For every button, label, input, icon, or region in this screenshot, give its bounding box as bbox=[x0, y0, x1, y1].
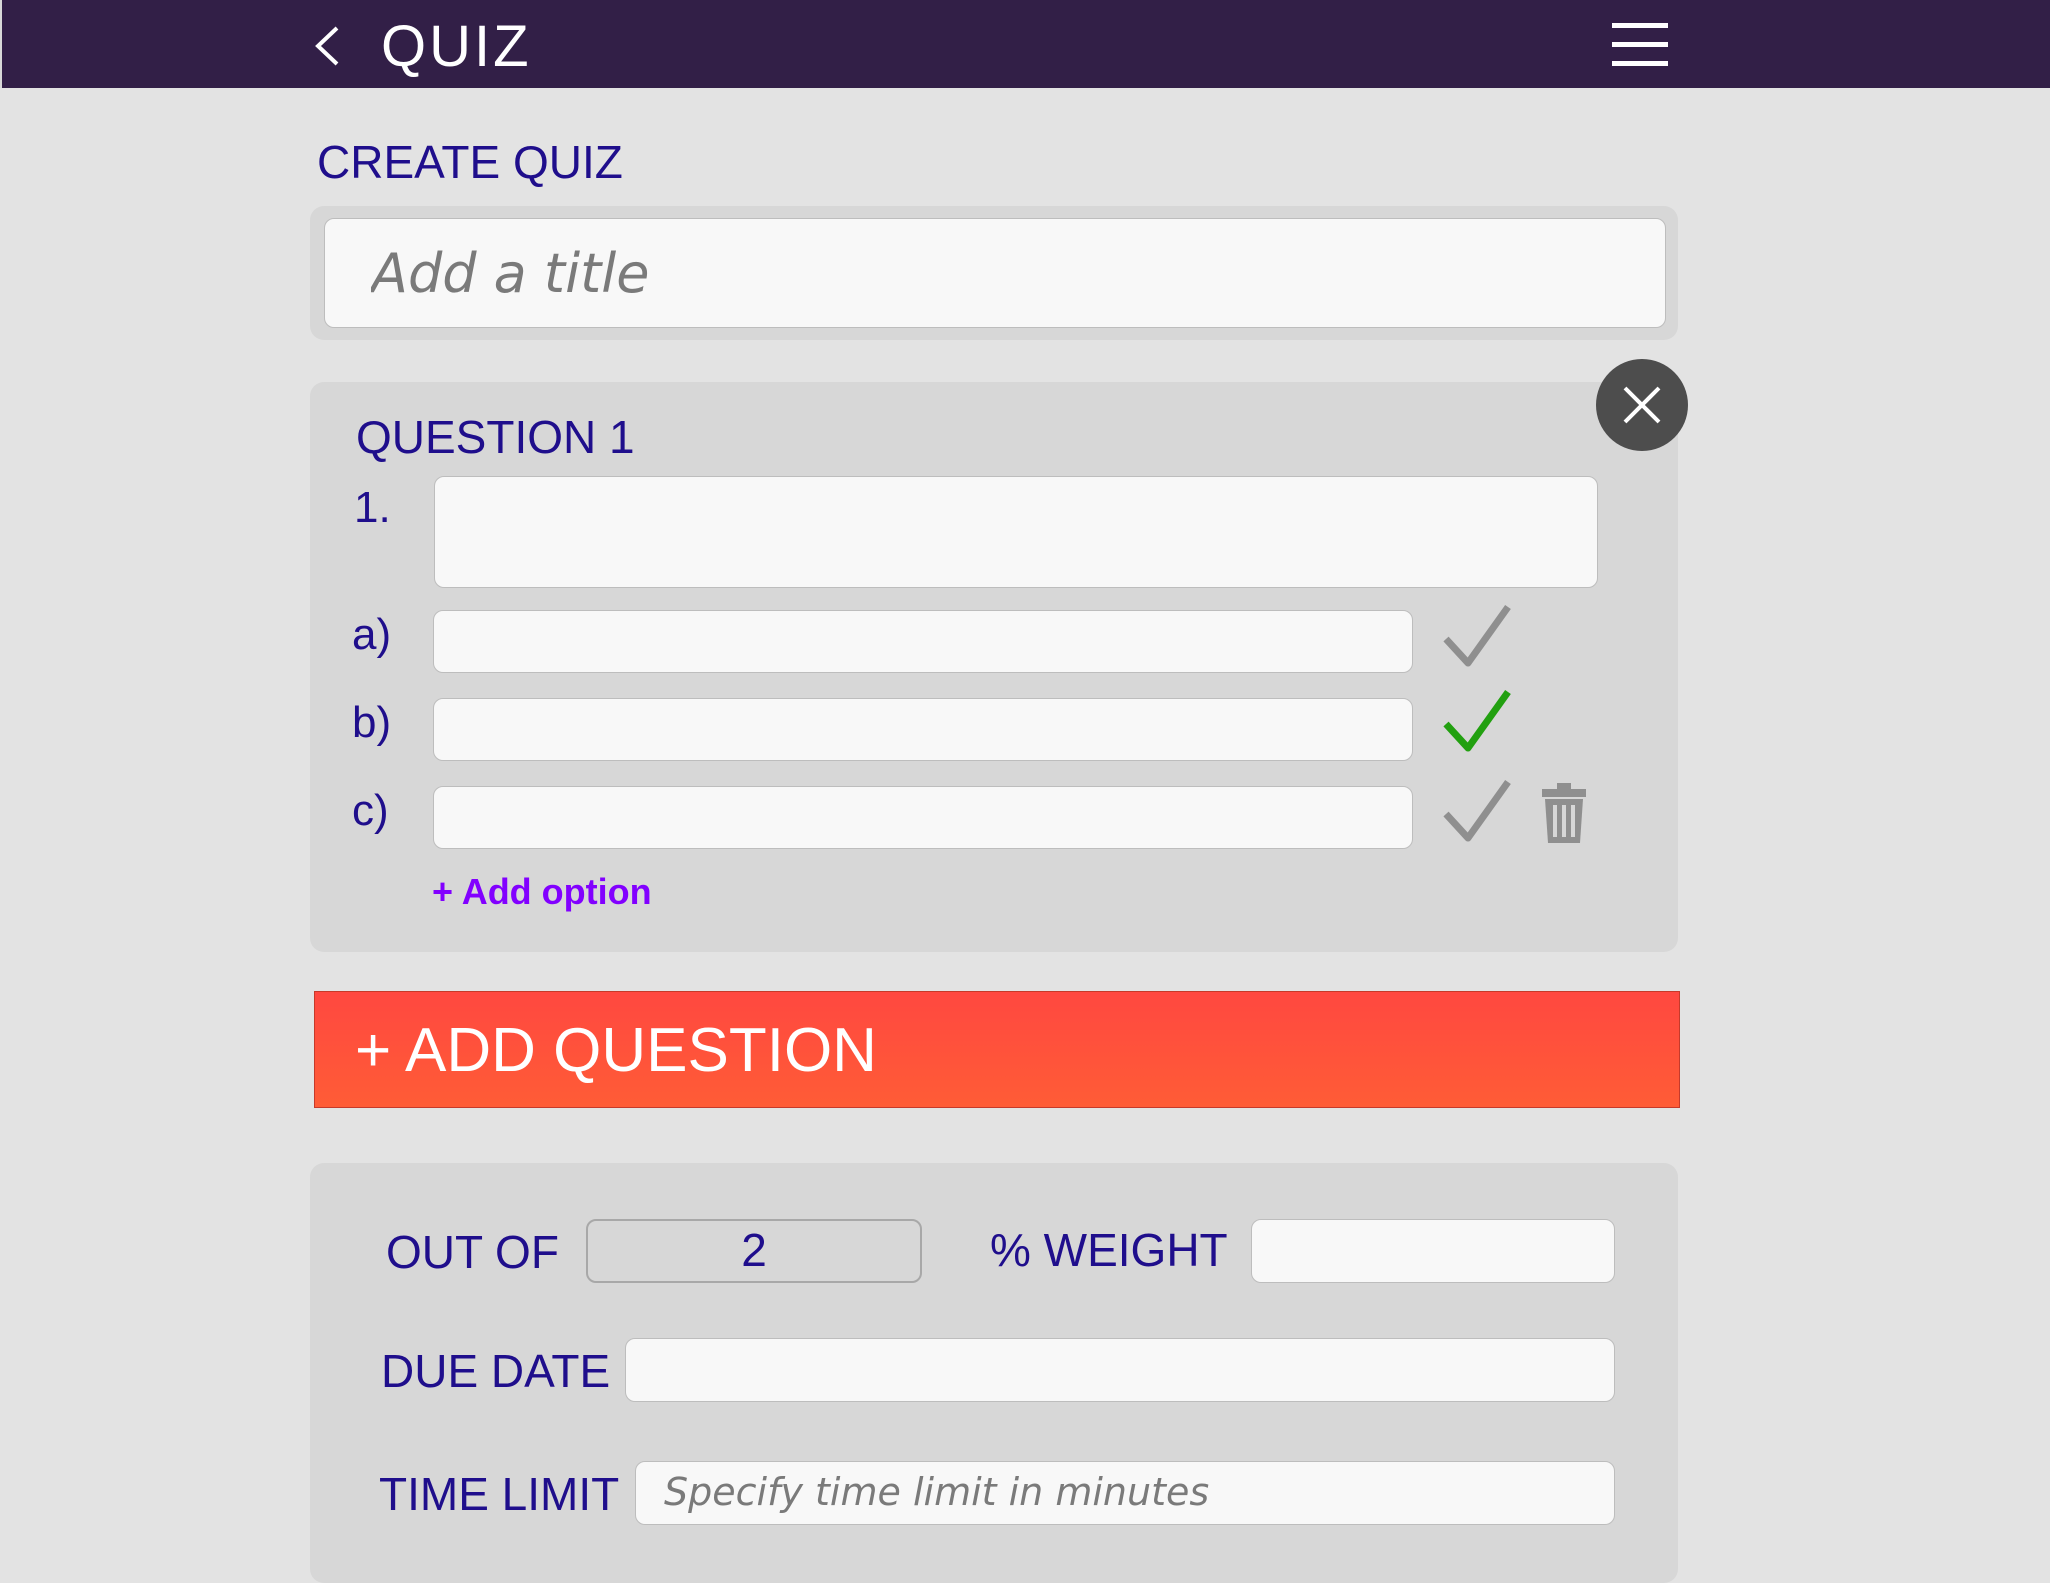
out-of-label: OUT OF bbox=[386, 1226, 559, 1278]
option-a-input[interactable] bbox=[433, 610, 1413, 673]
inactive-checkmark-icon[interactable] bbox=[1440, 603, 1512, 669]
back-arrow-icon[interactable] bbox=[313, 25, 343, 67]
question-number: 1. bbox=[354, 483, 391, 532]
quiz-title-input[interactable] bbox=[324, 218, 1666, 328]
option-b-input[interactable] bbox=[433, 698, 1413, 761]
inactive-checkmark-icon[interactable] bbox=[1440, 778, 1512, 844]
due-date-input[interactable] bbox=[625, 1338, 1615, 1402]
question-heading: QUESTION 1 bbox=[356, 411, 635, 463]
remove-question-button[interactable] bbox=[1596, 359, 1688, 451]
time-limit-input[interactable]: Specify time limit in minutes bbox=[635, 1461, 1615, 1525]
top-app-bar bbox=[0, 0, 2050, 88]
option-label-b: b) bbox=[352, 698, 392, 747]
app-title: QUIZ bbox=[381, 14, 532, 79]
weight-label: % WEIGHT bbox=[990, 1224, 1228, 1276]
weight-input[interactable] bbox=[1251, 1219, 1615, 1283]
option-label-a: a) bbox=[352, 610, 392, 659]
due-date-label: DUE DATE bbox=[381, 1345, 611, 1397]
create-quiz-heading: CREATE QUIZ bbox=[317, 136, 623, 188]
add-question-button[interactable]: + ADD QUESTION bbox=[314, 991, 1680, 1108]
out-of-value: 2 bbox=[586, 1219, 922, 1283]
correct-checkmark-icon[interactable] bbox=[1440, 688, 1512, 754]
option-c-input[interactable] bbox=[433, 786, 1413, 849]
trash-icon[interactable] bbox=[1538, 781, 1590, 845]
add-option-link[interactable]: + Add option bbox=[432, 868, 652, 916]
close-icon bbox=[1623, 386, 1661, 424]
option-label-c: c) bbox=[352, 786, 389, 835]
hamburger-menu-icon[interactable] bbox=[1612, 23, 1668, 67]
question-text-field[interactable] bbox=[434, 476, 1598, 588]
time-limit-label: TIME LIMIT bbox=[379, 1468, 620, 1520]
